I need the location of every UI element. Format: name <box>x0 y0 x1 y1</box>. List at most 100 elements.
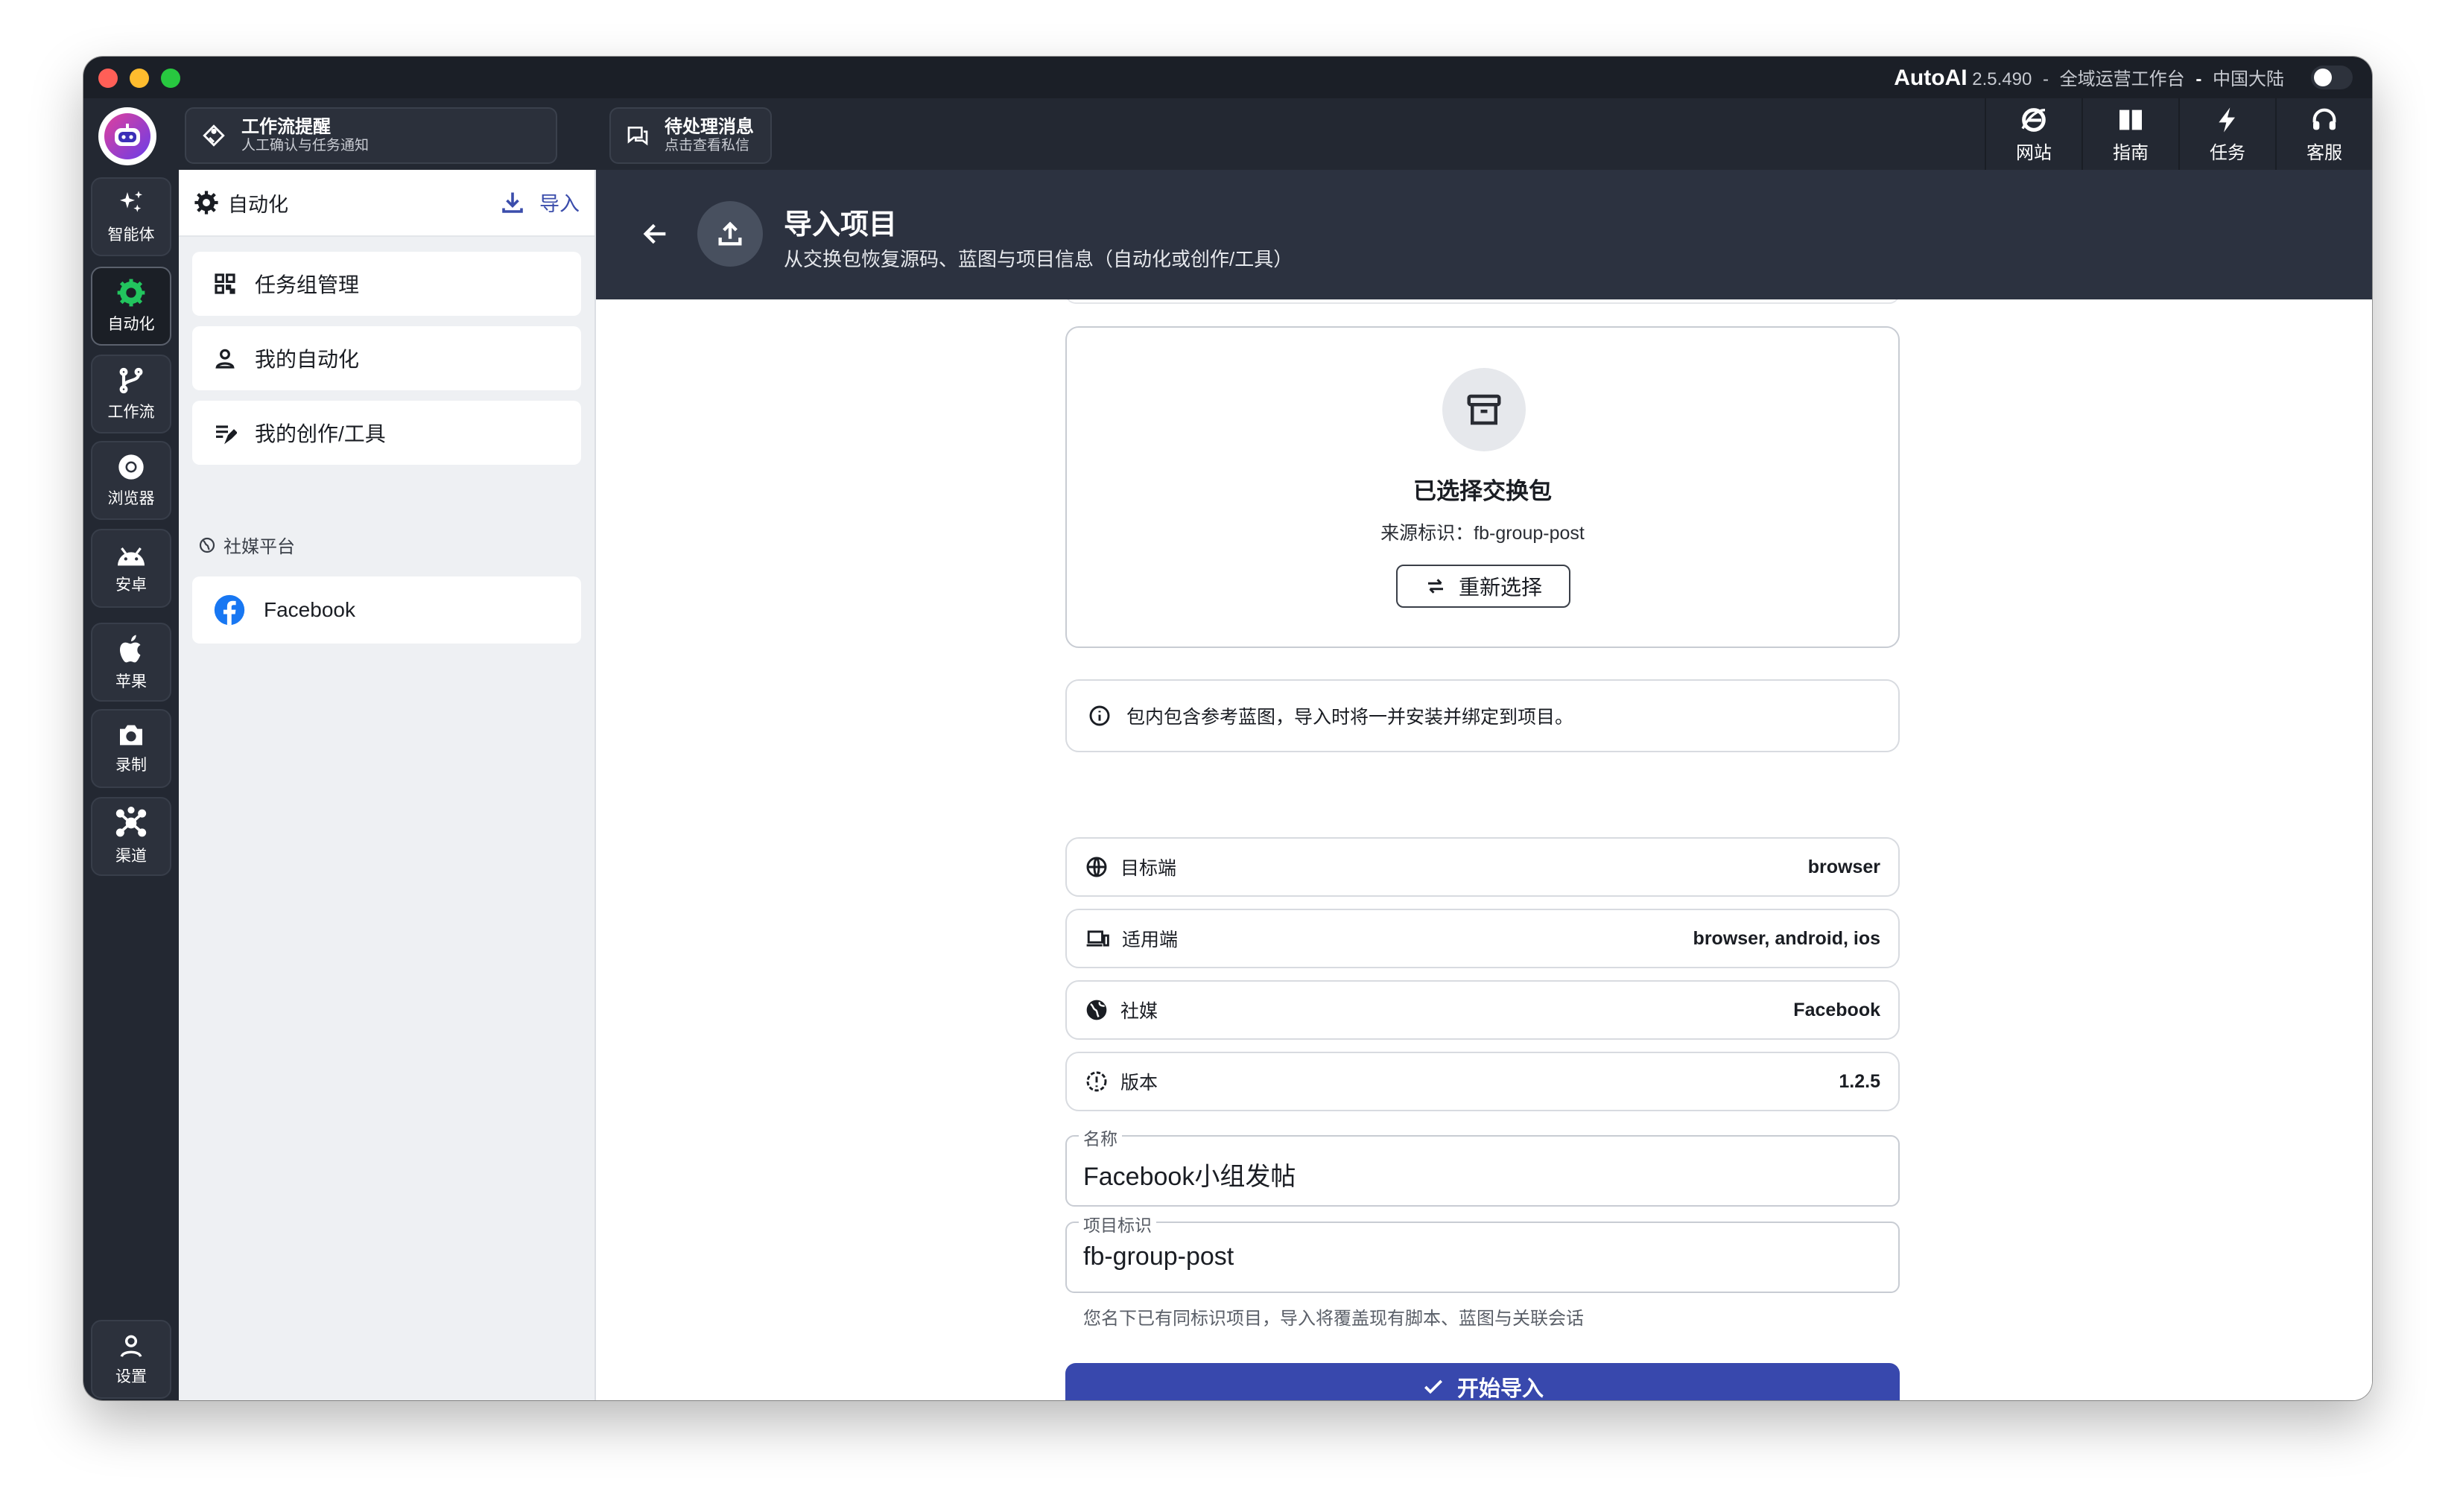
region-name: 中国大陆 <box>2213 69 2284 89</box>
sidebar-item-my-creations[interactable]: 我的创作/工具 <box>192 401 581 465</box>
headset-icon <box>2312 108 2336 130</box>
start-import-button[interactable]: 开始导入 <box>1065 1363 1900 1400</box>
nav-guide[interactable]: 指南 <box>2082 98 2178 170</box>
rail-item-settings[interactable]: 设置 <box>91 1320 171 1399</box>
prop-value: browser, android, ios <box>1693 927 1880 949</box>
sidebar-item-label: 我的自动化 <box>255 348 360 371</box>
app-name: AutoAI <box>1894 66 1968 90</box>
prop-value: browser <box>1807 856 1880 877</box>
swap-icon <box>1427 579 1443 594</box>
project-id-field[interactable]: 项目标识 fb-group-post <box>1065 1211 1900 1293</box>
sidebar-item-my-automation[interactable]: 我的自动化 <box>192 326 581 390</box>
sidebar-import-label: 导入 <box>539 193 580 215</box>
globe-icon <box>1086 857 1107 877</box>
header-right-nav: 网站 指南 任务 客服 <box>1985 98 2372 170</box>
theme-toggle[interactable] <box>2311 66 2353 89</box>
nav-support[interactable]: 客服 <box>2275 98 2372 170</box>
pending-messages-subtitle: 点击查看私信 <box>665 138 750 153</box>
prop-label: 目标端 <box>1120 858 1177 879</box>
title-dash: - <box>2042 69 2049 89</box>
page-subtitle: 从交换包恢复源码、蓝图与项目信息（自动化或创作/工具） <box>784 248 1293 270</box>
gear-icon <box>117 279 145 307</box>
window-title: AutoAI 2.5.490 - 全域运营工作台 - 中国大陆 <box>1894 64 2284 91</box>
hub-icon <box>115 807 147 837</box>
overwrite-hint: 您名下已有同标识项目，导入将覆盖现有脚本、蓝图与关联会话 <box>1083 1309 1584 1329</box>
prop-applicable: 适用端 browser, android, ios <box>1065 909 1900 968</box>
minimize-window-button[interactable] <box>130 69 149 88</box>
info-text: 包内包含参考蓝图，导入时将一并安装并绑定到项目。 <box>1126 707 1574 728</box>
close-window-button[interactable] <box>98 69 118 88</box>
title-bar: AutoAI 2.5.490 - 全域运营工作台 - 中国大陆 <box>83 57 2372 98</box>
main-content: 已选择交换包 来源标识：fb-group-post 重新选择 包内包含参考蓝图，… <box>596 299 2372 1400</box>
prop-value: Facebook <box>1793 999 1880 1020</box>
workflow-alert-title: 工作流提醒 <box>241 117 331 137</box>
branch-icon <box>119 367 143 394</box>
rail-item-agent[interactable]: 智能体 <box>91 177 171 256</box>
rail-item-android[interactable]: 安卓 <box>91 529 171 608</box>
pending-messages-title: 待处理消息 <box>665 117 754 137</box>
toggle-knob <box>2314 69 2332 86</box>
maximize-window-button[interactable] <box>161 69 180 88</box>
edit-list-icon <box>216 425 237 445</box>
rail-label-automation: 自动化 <box>107 316 155 333</box>
prop-value: 1.2.5 <box>1839 1070 1880 1092</box>
rail-item-apple[interactable]: 苹果 <box>91 623 171 702</box>
workflow-alert-button[interactable]: 工作流提醒 人工确认与任务通知 <box>185 107 557 164</box>
app-version: 2.5.490 <box>1972 69 2032 89</box>
rail-label-channel: 渠道 <box>115 848 147 865</box>
name-field-value[interactable]: Facebook小组发帖 <box>1083 1156 1296 1192</box>
package-card: 已选择交换包 来源标识：fb-group-post 重新选择 <box>1065 326 1900 648</box>
chat-icon <box>626 124 650 147</box>
nav-support-label: 客服 <box>2306 142 2342 163</box>
sidebar-item-task-groups[interactable]: 任务组管理 <box>192 252 581 316</box>
name-field-label: 名称 <box>1079 1125 1122 1150</box>
archive-icon <box>1442 368 1526 451</box>
rail-label-agent: 智能体 <box>107 226 155 244</box>
rail-item-record[interactable]: 录制 <box>91 709 171 788</box>
grid-icon <box>215 273 235 294</box>
back-button[interactable] <box>641 219 670 252</box>
page-title: 导入项目 <box>784 209 898 241</box>
bolt-icon <box>2219 107 2235 133</box>
pending-messages-button[interactable]: 待处理消息 点击查看私信 <box>609 107 772 164</box>
workspace-name: 全域运营工作台 <box>2059 69 2185 89</box>
project-id-field-value[interactable]: fb-group-post <box>1083 1242 1234 1271</box>
nav-tasks[interactable]: 任务 <box>2178 98 2275 170</box>
sidebar-title: 自动化 <box>228 193 288 216</box>
upload-icon <box>697 201 763 267</box>
nav-tasks-label: 任务 <box>2210 142 2245 163</box>
rail-item-automation[interactable]: 自动化 <box>91 267 171 346</box>
robot-icon <box>104 113 150 159</box>
package-title: 已选择交换包 <box>1413 478 1552 504</box>
name-field[interactable]: 名称 Facebook小组发帖 <box>1065 1125 1900 1207</box>
package-source: 来源标识：fb-group-post <box>1067 518 1898 545</box>
rail-label-record: 录制 <box>115 757 147 774</box>
sidebar-import-button[interactable]: 导入 <box>499 188 580 217</box>
info-icon <box>1089 705 1110 726</box>
info-notice: 包内包含参考蓝图，导入时将一并安装并绑定到项目。 <box>1065 679 1900 752</box>
sidebar: 自动化 导入 任务组管理 我的自动化 我的创作/工具 社媒平台 Facebook <box>179 170 596 1400</box>
chrome-icon <box>118 454 144 480</box>
app-logo[interactable] <box>98 107 156 165</box>
camera-icon <box>120 725 142 746</box>
rail-label-settings: 设置 <box>115 1368 147 1385</box>
start-import-label: 开始导入 <box>1456 1377 1544 1400</box>
rail-item-workflow[interactable]: 工作流 <box>91 355 171 433</box>
nav-website[interactable]: 网站 <box>1985 98 2082 170</box>
sidebar-item-facebook[interactable]: Facebook <box>192 576 581 644</box>
rail-item-channel[interactable]: 渠道 <box>91 797 171 876</box>
reselect-button[interactable]: 重新选择 <box>1396 565 1570 608</box>
sidebar-item-label: Facebook <box>264 598 355 621</box>
version-icon <box>1086 1071 1107 1092</box>
rail-item-browser[interactable]: 浏览器 <box>91 441 171 520</box>
book-icon <box>2119 109 2142 130</box>
reselect-label: 重新选择 <box>1458 576 1542 599</box>
devices-icon <box>1086 930 1109 947</box>
rail-label-android: 安卓 <box>115 576 147 594</box>
prop-version: 版本 1.2.5 <box>1065 1052 1900 1111</box>
workflow-alert-subtitle: 人工确认与任务通知 <box>241 138 370 153</box>
package-source-prefix: 来源标识： <box>1380 523 1474 544</box>
app-window: AutoAI 2.5.490 - 全域运营工作台 - 中国大陆 工作流提醒 人工… <box>83 57 2372 1400</box>
left-rail: 智能体 自动化 工作流 浏览器 安卓 苹果 录制 渠道 设置 <box>83 170 179 1400</box>
prop-target: 目标端 browser <box>1065 837 1900 897</box>
